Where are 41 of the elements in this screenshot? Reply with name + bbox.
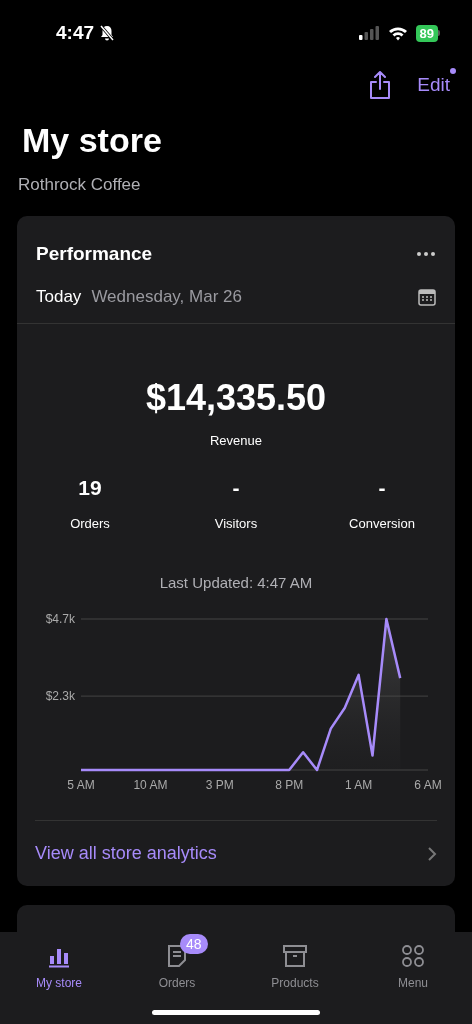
y-tick-label: $4.7k: [45, 612, 75, 626]
x-tick-label: 1 AM: [344, 778, 373, 792]
signal-icon: [357, 26, 380, 40]
share-icon[interactable]: [369, 71, 392, 99]
battery-icon: 89: [415, 24, 440, 42]
revenue-label: Revenue: [208, 431, 263, 450]
x-tick-label: 6 AM: [414, 778, 442, 792]
calendar-icon[interactable]: [418, 288, 436, 306]
period-label: Today: [36, 286, 82, 309]
more-icon[interactable]: [416, 251, 436, 257]
card-title: Performance: [36, 241, 153, 266]
last-updated-text: Last Updated: 4:47 AM: [158, 572, 314, 593]
stat-value: -: [232, 475, 240, 501]
stat-label: Conversion: [349, 515, 415, 533]
wifi-icon: [387, 25, 408, 41]
x-tick-label: 3 PM: [205, 778, 234, 792]
tab-item[interactable]: My store: [36, 940, 82, 992]
revenue-value: $14,335.50: [144, 375, 328, 420]
document-icon: [167, 944, 187, 968]
four-circles-icon: [401, 944, 425, 968]
edit-button[interactable]: Edit: [417, 70, 450, 100]
x-tick-label: 10 AM: [133, 778, 168, 792]
x-tick-label: 8 PM: [275, 778, 304, 792]
stat-label: Orders: [70, 515, 110, 533]
page-title: My store: [21, 120, 163, 161]
x-tick-label: 5 AM: [67, 778, 95, 792]
tab-item[interactable]: Products: [271, 940, 319, 992]
count-badge: 48: [180, 934, 208, 954]
y-tick-label: $2.3k: [45, 689, 75, 704]
status-time: 4:47: [56, 20, 95, 45]
stat-label: Visitors: [214, 515, 258, 533]
stat-value: -: [378, 475, 386, 501]
bar-chart-icon: [48, 946, 70, 968]
store-name: Rothrock Coffee: [17, 174, 142, 196]
archive-box-icon: [283, 944, 307, 968]
stat-value: 19: [78, 475, 102, 501]
bell-slash-icon: [98, 24, 117, 42]
tab-item[interactable]: Menu: [398, 940, 428, 992]
analytics-link[interactable]: View all store analytics: [35, 840, 217, 867]
chevron-right-icon[interactable]: [427, 845, 437, 862]
date-label: Wednesday, Mar 26: [91, 286, 242, 309]
